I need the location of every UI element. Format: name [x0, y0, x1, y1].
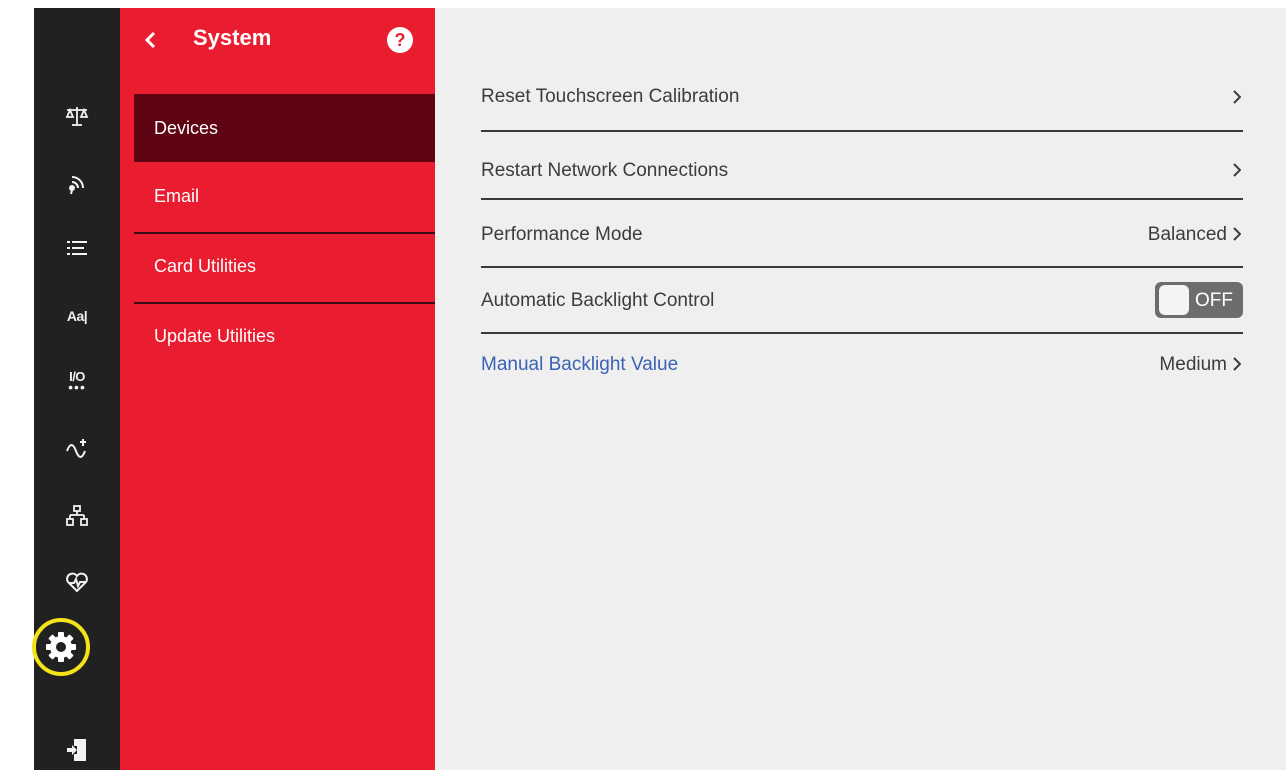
list-icon[interactable]	[34, 228, 120, 268]
chevron-right-icon	[1231, 225, 1243, 243]
setting-label: Automatic Backlight Control	[481, 290, 715, 311]
toggle-knob	[1159, 285, 1189, 315]
submenu-header: System ?	[120, 8, 435, 70]
manual-backlight-value-row[interactable]: Manual Backlight Value Medium	[481, 332, 1243, 400]
chevron-right-icon	[1231, 355, 1243, 373]
toggle-state: OFF	[1195, 290, 1233, 311]
submenu-item-label: Card Utilities	[154, 256, 257, 276]
signal-wave-icon[interactable]	[34, 428, 120, 468]
system-submenu: System ? Devices Email Card Utilities Up…	[120, 8, 435, 770]
setting-label: Performance Mode	[481, 224, 643, 245]
submenu-item-label: Update Utilities	[154, 326, 276, 346]
setting-value: Balanced	[1147, 224, 1227, 245]
restart-network-connections-row[interactable]: Restart Network Connections	[481, 132, 1243, 200]
submenu-item-devices[interactable]: Devices	[134, 94, 435, 162]
submenu-item-label: Email	[154, 186, 200, 206]
automatic-backlight-control-row: Automatic Backlight Control OFF	[481, 266, 1243, 334]
performance-mode-row[interactable]: Performance Mode Balanced	[481, 200, 1243, 268]
setting-label: Reset Touchscreen Calibration	[481, 86, 740, 107]
wireless-signal-icon[interactable]	[34, 164, 120, 204]
chevron-right-icon	[1231, 161, 1243, 179]
automatic-backlight-toggle[interactable]: OFF	[1155, 282, 1243, 318]
setting-value: Medium	[1159, 354, 1227, 375]
submenu-item-card-utilities[interactable]: Card Utilities	[134, 236, 435, 304]
submenu-item-label: Devices	[154, 118, 219, 138]
submenu-title: System	[193, 25, 272, 50]
chevron-left-icon[interactable]	[140, 28, 160, 52]
gear-icon[interactable]	[32, 618, 90, 676]
reset-touchscreen-calibration-row[interactable]: Reset Touchscreen Calibration	[481, 64, 1243, 132]
logout-door-icon[interactable]	[34, 730, 120, 770]
scale-icon[interactable]	[34, 96, 120, 136]
submenu-item-email[interactable]: Email	[134, 166, 435, 234]
chevron-right-icon	[1231, 88, 1243, 106]
setting-label: Restart Network Connections	[481, 160, 729, 181]
text-format-icon[interactable]: Aa|	[34, 296, 120, 336]
question-icon[interactable]: ?	[387, 27, 413, 53]
network-hierarchy-icon[interactable]	[34, 496, 120, 536]
io-icon[interactable]: I/O •••	[34, 362, 120, 402]
submenu-item-update-utilities[interactable]: Update Utilities	[134, 306, 435, 374]
health-heart-icon[interactable]	[34, 562, 120, 602]
settings-panel: Reset Touchscreen Calibration Restart Ne…	[435, 8, 1286, 770]
setting-label: Manual Backlight Value	[481, 354, 679, 375]
